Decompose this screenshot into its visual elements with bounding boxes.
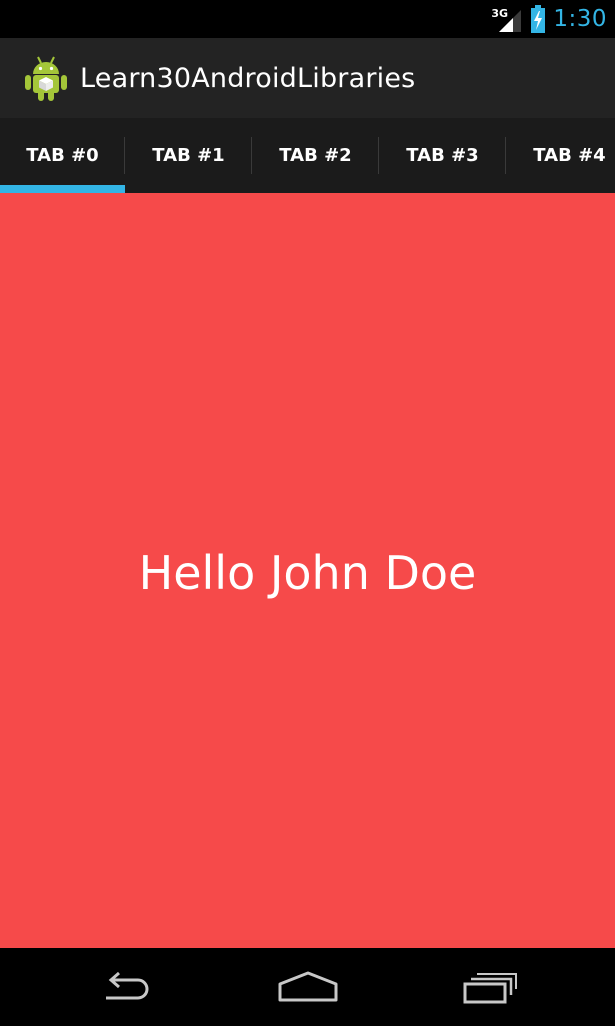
selected-tab-indicator xyxy=(0,185,125,193)
tab-0[interactable]: TAB #0 xyxy=(0,118,125,193)
tab-1[interactable]: TAB #1 xyxy=(125,118,252,193)
recent-apps-icon xyxy=(463,973,517,1004)
recent-apps-button[interactable] xyxy=(444,962,534,1012)
screen: 3G 1:30 Learn30AndroidLibraries TAB #0 T… xyxy=(0,0,615,1026)
back-icon xyxy=(106,971,149,1000)
app-title: Learn30AndroidLibraries xyxy=(80,62,416,94)
tab-2[interactable]: TAB #2 xyxy=(252,118,379,193)
tab-label: TAB #4 xyxy=(533,145,606,166)
home-button[interactable] xyxy=(263,962,353,1012)
tab-3[interactable]: TAB #3 xyxy=(379,118,506,193)
status-icons: 3G 1:30 xyxy=(491,0,607,38)
back-button[interactable] xyxy=(83,962,173,1012)
greeting-text: Hello John Doe xyxy=(138,545,477,600)
clock: 1:30 xyxy=(553,6,607,32)
battery-charging-icon xyxy=(531,5,546,33)
tab-label: TAB #0 xyxy=(26,145,99,166)
tab-4[interactable]: TAB #4 xyxy=(506,118,615,193)
tab-bar: TAB #0 TAB #1 TAB #2 TAB #3 TAB #4 xyxy=(0,118,615,193)
action-bar: Learn30AndroidLibraries xyxy=(0,38,615,118)
tab-label: TAB #2 xyxy=(279,145,352,166)
home-icon xyxy=(278,971,338,1002)
navigation-bar xyxy=(0,948,615,1026)
tab-label: TAB #1 xyxy=(152,145,225,166)
status-bar: 3G 1:30 xyxy=(0,0,615,38)
android-robot-icon[interactable] xyxy=(22,54,70,102)
tab-content-page[interactable]: Hello John Doe xyxy=(0,193,615,948)
signal-icon: 3G xyxy=(491,4,523,34)
tab-label: TAB #3 xyxy=(406,145,479,166)
